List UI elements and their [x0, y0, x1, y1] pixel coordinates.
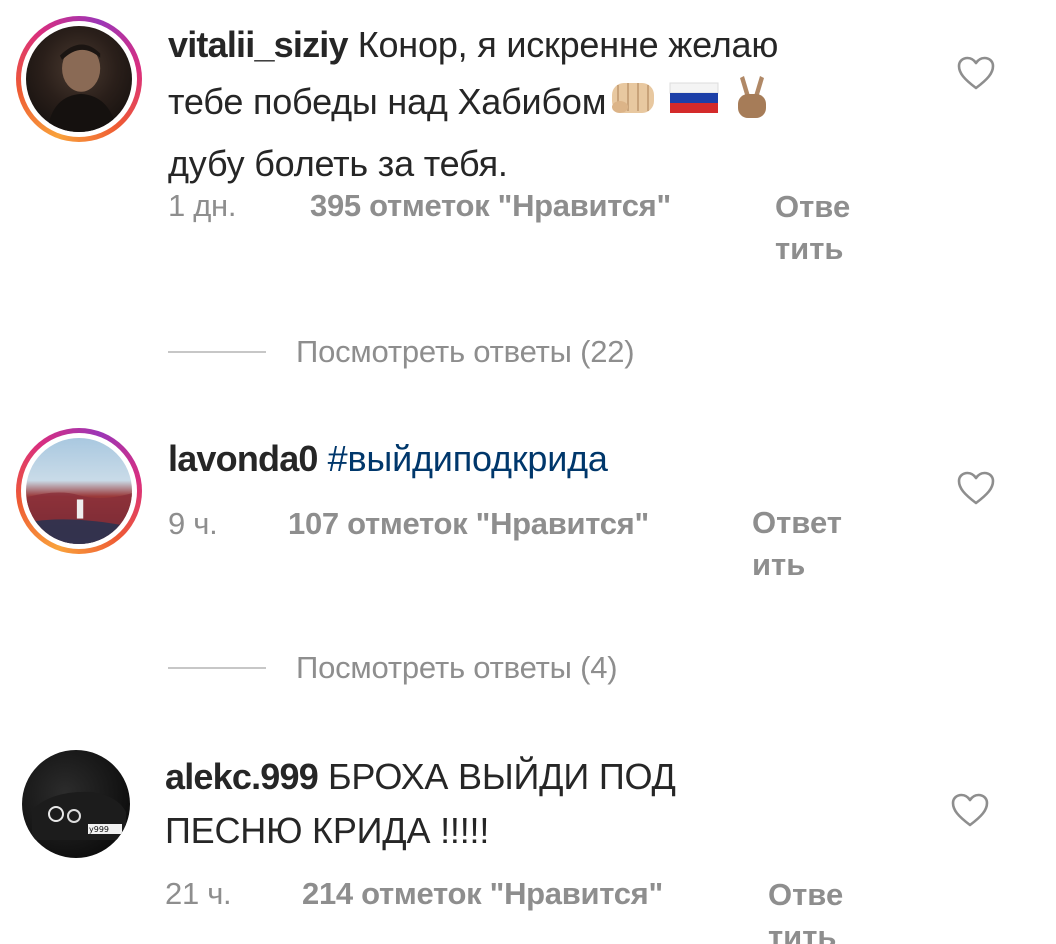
- comment-text-line: тебе победы над Хабибом: [168, 81, 607, 123]
- reply-label-part: Ответ: [752, 505, 842, 540]
- comment-text-line: Конор, я искренне желаю: [357, 24, 779, 65]
- reply-label-part: Отве: [768, 877, 844, 912]
- license-plate-text: у999: [89, 825, 109, 834]
- avatar-lavonda[interactable]: [16, 428, 142, 554]
- view-replies-divider: [168, 667, 266, 669]
- russia-flag-emoji: [668, 78, 720, 132]
- avatar-photo: [26, 26, 132, 132]
- view-replies-button[interactable]: Посмотреть ответы (4): [168, 650, 618, 686]
- comment-username[interactable]: vitalii_siziy: [168, 24, 349, 65]
- view-replies-label: Посмотреть ответы (4): [296, 650, 618, 685]
- comment-text-line: дубу болеть за тебя.: [168, 143, 508, 184]
- comment-time: 9 ч.: [168, 506, 218, 541]
- comment-text-line: ПЕСНЮ КРИДА !!!!!: [165, 810, 490, 851]
- car-photo: у999: [32, 791, 126, 840]
- comment-body: alekc.999 БРОХА ВЫЙДИ ПОД ПЕСНЮ КРИДА !!!…: [165, 750, 905, 858]
- comment-time: 1 дн.: [168, 188, 237, 223]
- reply-label-part: тить: [775, 231, 844, 266]
- like-heart-icon[interactable]: [956, 470, 996, 506]
- comment-username[interactable]: alekc.999: [165, 756, 319, 797]
- reply-button[interactable]: Отве тить: [775, 186, 875, 270]
- comment-hashtag-link[interactable]: #выйдиподкрида: [328, 438, 608, 479]
- comment-likes-count[interactable]: 107 отметок "Нравится": [288, 506, 649, 542]
- reply-button[interactable]: Ответ ить: [752, 502, 852, 586]
- view-replies-button[interactable]: Посмотреть ответы (22): [168, 334, 635, 370]
- avatar-vitalii[interactable]: [16, 16, 142, 142]
- comments-list: vitalii_siziy Конор, я искренне желаю теб…: [0, 0, 1056, 944]
- comment-username[interactable]: lavonda0: [168, 438, 318, 479]
- reply-button[interactable]: Отве тить: [768, 874, 868, 944]
- comment-body: vitalii_siziy Конор, я искренне желаю теб…: [168, 18, 908, 191]
- fist-emoji: [606, 77, 660, 132]
- view-replies-divider: [168, 351, 266, 353]
- view-replies-label: Посмотреть ответы (22): [296, 334, 635, 369]
- reply-label-part: ить: [752, 547, 806, 582]
- avatar-photo: [26, 438, 132, 544]
- victory-hand-emoji: [730, 72, 774, 137]
- comment-likes-count[interactable]: 214 отметок "Нравится": [302, 876, 663, 912]
- comment-text-line: БРОХА ВЫЙДИ ПОД: [327, 756, 676, 797]
- reply-label-part: Отве: [775, 189, 851, 224]
- comment-time: 21 ч.: [165, 876, 232, 911]
- comment-likes-count[interactable]: 395 отметок "Нравится": [310, 188, 671, 224]
- comment-body: lavonda0 #выйдиподкрида: [168, 432, 908, 486]
- reply-label-part: тить: [768, 919, 837, 944]
- like-heart-icon[interactable]: [950, 792, 990, 828]
- like-heart-icon[interactable]: [956, 55, 996, 91]
- avatar-alekc[interactable]: у999: [22, 750, 130, 858]
